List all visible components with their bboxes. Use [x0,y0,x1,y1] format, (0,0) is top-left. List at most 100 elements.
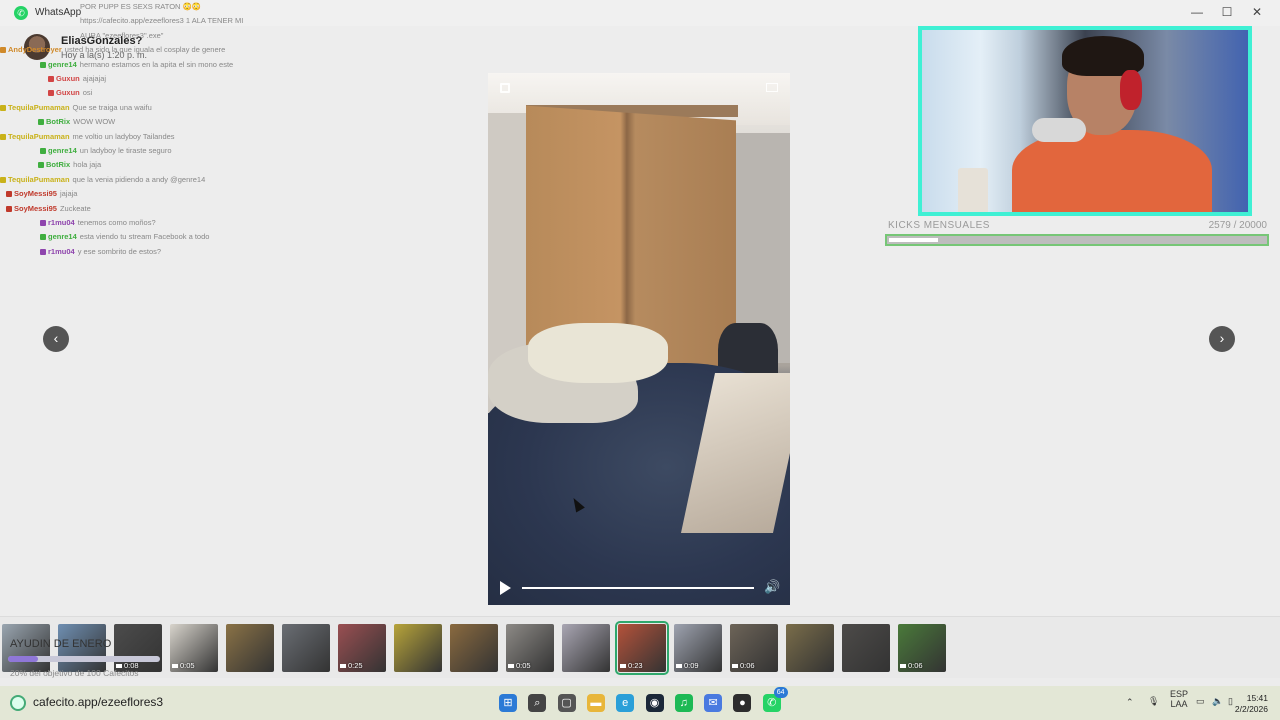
chat-badge-icon [40,148,46,155]
chat-badge-icon [48,76,54,83]
task-view-icon[interactable]: ▢ [557,694,576,712]
close-button[interactable]: ✕ [1242,3,1272,21]
spotify-icon[interactable]: ♫ [674,694,693,712]
media-thumbnail[interactable]: 0:25 [338,624,386,672]
chat-username: BotRix [46,160,71,170]
ayudin-goal-subtitle: 20% del objetivo de 100 Cafecitos [10,668,139,678]
chat-text: un ladyboy le tiraste seguro [79,146,172,155]
media-thumbnail[interactable] [562,624,610,672]
search-icon[interactable]: ⌕ [528,694,547,712]
chat-username: Guxun [56,88,80,98]
cafecito-logo-icon [10,695,26,711]
media-thumbnail[interactable] [450,624,498,672]
thumbnail-duration: 0:09 [676,661,699,670]
media-thumbnail[interactable] [786,624,834,672]
microphone-icon [1032,118,1086,142]
battery-icon[interactable]: ▯ [1228,696,1233,707]
video-controls: 🔊 [488,571,790,605]
chat-badge-icon [40,248,46,255]
previous-media-button[interactable]: ‹ [43,326,69,352]
notification-badge: 64 [773,687,788,698]
chat-username: BotRix [46,117,71,127]
video-camera-icon [620,664,626,669]
seek-bar[interactable] [522,587,754,589]
video-camera-icon [508,664,514,669]
chat-badge-icon [40,61,46,68]
thumbnail-duration-text: 0:05 [516,661,531,670]
chat-message: AndyDestroyer usted ha sido la que iguala… [0,45,225,55]
chat-message: genre14 hermano estamos en la apita el si… [40,60,233,70]
chat-message: TequilaPumaman Que se traiga una waifu [0,103,152,113]
minimize-button[interactable]: — [1182,3,1212,21]
chat-badge-icon [0,47,6,54]
media-thumbnail[interactable] [282,624,330,672]
fullscreen-icon[interactable] [500,83,510,93]
chat-username: TequilaPumaman [8,174,70,184]
donation-url: cafecito.app/ezeeflores3 [33,695,164,709]
media-thumbnail[interactable] [842,624,890,672]
messenger-icon[interactable]: ✉ [704,694,723,712]
picture-in-picture-icon[interactable] [766,83,778,92]
thumbnail-duration-text: 0:06 [908,661,923,670]
chat-badge-icon [0,104,6,111]
chat-text: que la venia pidiendo a andy @genre14 [72,174,206,184]
microphone-tray-icon[interactable]: 🎙 [1148,696,1159,707]
chat-message: genre14 esta viendo tu stream Facebook a … [40,232,209,242]
chat-message: r1mu04 tenemos como moños? [40,218,156,228]
system-clock[interactable]: 15:41 2/2/2026 [1235,693,1268,715]
media-thumbnail[interactable]: 0:06 [898,624,946,672]
chat-text: AURA "ezeeflores3".exe" [80,30,164,40]
media-thumbnail[interactable]: 0:06 [730,624,778,672]
chat-text: https://cafecito.app/ezeeflores3 1 ALA T… [80,16,244,26]
chat-text: y ese sombrito de estos? [77,246,162,256]
thumbnail-duration: 0:05 [508,661,531,670]
media-thumbnail[interactable] [226,624,274,672]
next-media-button[interactable]: › [1209,326,1235,352]
media-thumbnail-strip: 0:08 0:05 0:25 0:05 0:23 0:09 0:06 0:06 [0,616,1280,678]
chat-message: AURA "ezeeflores3".exe" [80,31,163,41]
media-thumbnail[interactable]: 0:05 [170,624,218,672]
whatsapp-icon[interactable]: ✆ 64 [762,687,788,712]
thumbnail-duration: 0:23 [620,661,643,670]
media-thumbnail[interactable]: 0:23 [615,621,669,675]
chat-badge-icon [6,191,12,198]
steam-icon[interactable]: ◉ [645,694,664,712]
chat-username: TequilaPumaman [8,102,70,112]
chat-message: Guxun ajajajaj [48,74,106,84]
chat-text: POR PUPP ES SEXS RATON 😳😳 [80,2,202,11]
chat-text: usted ha sido la que iguala el cosplay d… [64,45,226,55]
kicks-goal-label: KICKS MENSUALES [888,220,990,231]
media-thumbnail[interactable] [394,624,442,672]
chat-text: jajaja [59,189,78,199]
media-thumbnail[interactable]: 0:09 [674,624,722,672]
video-player[interactable]: 🔊 [488,73,790,605]
kicks-progress-bar [885,234,1269,246]
kicks-goal: / 20000 [1233,220,1267,231]
video-camera-icon [900,664,906,669]
chat-text: osi [82,88,93,98]
windows-start-icon[interactable]: ⊞ [499,694,517,712]
speaker-icon[interactable]: 🔈 [1212,696,1223,707]
language-indicator[interactable]: ESP LAA [1170,689,1188,709]
chat-badge-icon [0,176,6,183]
chat-badge-icon [38,162,44,169]
media-thumbnail[interactable]: 0:05 [506,624,554,672]
edge-icon[interactable]: e [616,694,635,712]
volume-icon[interactable]: 🔊 [764,579,782,595]
chat-username: r1mu04 [48,246,75,256]
maximize-button[interactable]: ☐ [1212,3,1242,21]
chat-text: hola jaja [73,160,102,170]
ayudin-progress-fill [8,656,39,662]
thumbnail-duration: 0:25 [340,661,363,670]
file-explorer-icon[interactable]: ▬ [586,694,605,712]
chat-text: WOW WOW [73,117,116,127]
chevron-up-icon[interactable]: ⌃ [1126,697,1134,708]
play-icon[interactable] [500,581,511,595]
clock-date: 2/2/2026 [1234,704,1268,714]
network-icon[interactable]: ▭ [1196,696,1205,707]
chat-username: SoyMessi95 [14,189,57,199]
obs-icon[interactable]: ● [733,694,752,712]
kicks-progress-fill [889,238,939,242]
chat-username: genre14 [48,232,77,242]
whatsapp-logo-icon: ✆ [14,6,28,20]
